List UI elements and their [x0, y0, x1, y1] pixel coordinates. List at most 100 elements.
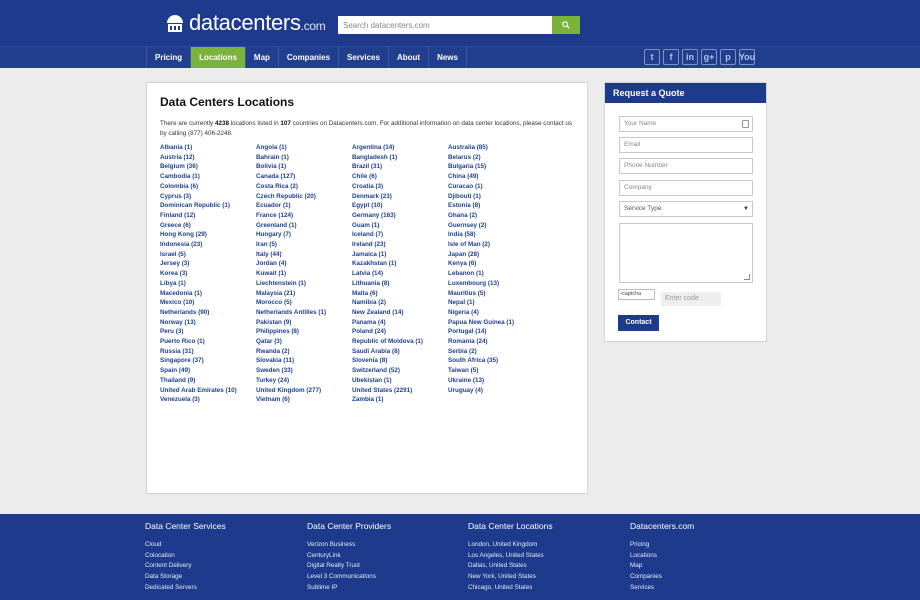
footer-link[interactable]: CenturyLink: [307, 551, 467, 562]
country-link[interactable]: New Zealand (14): [352, 308, 448, 318]
email-field[interactable]: Email: [619, 137, 753, 153]
nav-item-about[interactable]: About: [387, 47, 428, 68]
country-link[interactable]: Thailand (9): [160, 376, 256, 386]
country-link[interactable]: Singapore (37): [160, 356, 256, 366]
country-link[interactable]: Portugal (14): [448, 327, 544, 337]
country-link[interactable]: Morocco (5): [256, 298, 352, 308]
country-link[interactable]: Philippines (8): [256, 327, 352, 337]
country-link[interactable]: Albania (1): [160, 143, 256, 153]
country-link[interactable]: Republic of Moldova (1): [352, 337, 448, 347]
name-field[interactable]: Your Name: [619, 116, 753, 132]
country-link[interactable]: Lebanon (1): [448, 269, 544, 279]
country-link[interactable]: Turkey (24): [256, 376, 352, 386]
country-link[interactable]: Qatar (3): [256, 337, 352, 347]
country-link[interactable]: India (58): [448, 230, 544, 240]
country-link[interactable]: Hong Kong (29): [160, 230, 256, 240]
country-link[interactable]: Romania (24): [448, 337, 544, 347]
company-field[interactable]: Company: [619, 180, 753, 196]
footer-link[interactable]: Pricing: [630, 540, 790, 551]
country-link[interactable]: Iceland (7): [352, 230, 448, 240]
country-link[interactable]: Taiwan (5): [448, 366, 544, 376]
footer-link[interactable]: Chicago, United States: [468, 583, 628, 594]
country-link[interactable]: Kazakhstan (1): [352, 259, 448, 269]
country-link[interactable]: Spain (49): [160, 366, 256, 376]
country-link[interactable]: Ghana (2): [448, 211, 544, 221]
footer-link[interactable]: Dedicated Servers: [145, 583, 305, 594]
country-link[interactable]: France (124): [256, 211, 352, 221]
footer-link[interactable]: Los Angeles, United States: [468, 551, 628, 562]
country-link[interactable]: United Arab Emirates (10): [160, 386, 256, 396]
country-link[interactable]: South Africa (35): [448, 356, 544, 366]
country-link[interactable]: Latvia (14): [352, 269, 448, 279]
country-link[interactable]: Kuwait (1): [256, 269, 352, 279]
phone-field[interactable]: Phone Number: [619, 158, 753, 174]
country-link[interactable]: Ubekistan (1): [352, 376, 448, 386]
country-link[interactable]: Mexico (10): [160, 298, 256, 308]
country-link[interactable]: Macedonia (1): [160, 289, 256, 299]
country-link[interactable]: Serbia (2): [448, 347, 544, 357]
footer-link[interactable]: Dallas, United States: [468, 561, 628, 572]
country-link[interactable]: Colombia (6): [160, 182, 256, 192]
country-link[interactable]: Ireland (23): [352, 240, 448, 250]
country-link[interactable]: Japan (28): [448, 250, 544, 260]
country-link[interactable]: Germany (163): [352, 211, 448, 221]
country-link[interactable]: Djibouti (1): [448, 192, 544, 202]
country-link[interactable]: Papua New Guinea (1): [448, 318, 544, 328]
footer-link[interactable]: Sublime IP: [307, 583, 467, 594]
country-link[interactable]: Jamaica (1): [352, 250, 448, 260]
youtube-icon[interactable]: You: [739, 49, 755, 65]
country-link[interactable]: Hungary (7): [256, 230, 352, 240]
footer-link[interactable]: Services: [630, 583, 790, 594]
country-link[interactable]: Liechtenstein (1): [256, 279, 352, 289]
country-link[interactable]: Jordan (4): [256, 259, 352, 269]
nav-item-locations[interactable]: Locations: [190, 47, 245, 68]
site-logo[interactable]: datacenters.com: [164, 10, 326, 35]
country-link[interactable]: United States (2291): [352, 386, 448, 396]
country-link[interactable]: Luxembourg (13): [448, 279, 544, 289]
footer-link[interactable]: Data Storage: [145, 572, 305, 583]
country-link[interactable]: Dominican Republic (1): [160, 201, 256, 211]
country-link[interactable]: Nepal (1): [448, 298, 544, 308]
country-link[interactable]: Rwanda (2): [256, 347, 352, 357]
twitter-icon[interactable]: t: [644, 49, 660, 65]
footer-link[interactable]: Companies: [630, 572, 790, 583]
googleplus-icon[interactable]: g+: [701, 49, 717, 65]
footer-link[interactable]: Level 3 Communications: [307, 572, 467, 583]
country-link[interactable]: Cyprus (3): [160, 192, 256, 202]
footer-link[interactable]: Cloud: [145, 540, 305, 551]
country-link[interactable]: Panama (4): [352, 318, 448, 328]
footer-link[interactable]: New York, United States: [468, 572, 628, 583]
pinterest-icon[interactable]: p: [720, 49, 736, 65]
country-link[interactable]: Peru (3): [160, 327, 256, 337]
country-link[interactable]: Saudi Arabia (8): [352, 347, 448, 357]
country-link[interactable]: Vietnam (6): [256, 395, 352, 405]
country-link[interactable]: Brazil (31): [352, 162, 448, 172]
country-link[interactable]: Cambodia (1): [160, 172, 256, 182]
footer-link[interactable]: Colocation: [145, 551, 305, 562]
footer-link[interactable]: Digital Realty Trust: [307, 561, 467, 572]
country-link[interactable]: Pakistan (9): [256, 318, 352, 328]
country-link[interactable]: Sweden (33): [256, 366, 352, 376]
country-link[interactable]: Belgium (36): [160, 162, 256, 172]
country-link[interactable]: Angola (1): [256, 143, 352, 153]
country-link[interactable]: Puerto Rico (1): [160, 337, 256, 347]
country-link[interactable]: Italy (44): [256, 250, 352, 260]
nav-item-news[interactable]: News: [428, 47, 467, 68]
country-link[interactable]: Egypt (10): [352, 201, 448, 211]
nav-item-services[interactable]: Services: [338, 47, 388, 68]
country-link[interactable]: Estonia (8): [448, 201, 544, 211]
country-link[interactable]: Czech Republic (20): [256, 192, 352, 202]
country-link[interactable]: Mauritius (5): [448, 289, 544, 299]
country-link[interactable]: Indonesia (23): [160, 240, 256, 250]
country-link[interactable]: Malaysia (21): [256, 289, 352, 299]
country-link[interactable]: Bangladesh (1): [352, 153, 448, 163]
resize-handle-icon[interactable]: [744, 274, 750, 280]
country-link[interactable]: Poland (24): [352, 327, 448, 337]
country-link[interactable]: Israel (5): [160, 250, 256, 260]
country-link[interactable]: Ecuador (1): [256, 201, 352, 211]
nav-item-companies[interactable]: Companies: [277, 47, 338, 68]
country-link[interactable]: Nigeria (4): [448, 308, 544, 318]
country-link[interactable]: Canada (127): [256, 172, 352, 182]
country-link[interactable]: Austria (12): [160, 153, 256, 163]
footer-link[interactable]: Verizon Business: [307, 540, 467, 551]
